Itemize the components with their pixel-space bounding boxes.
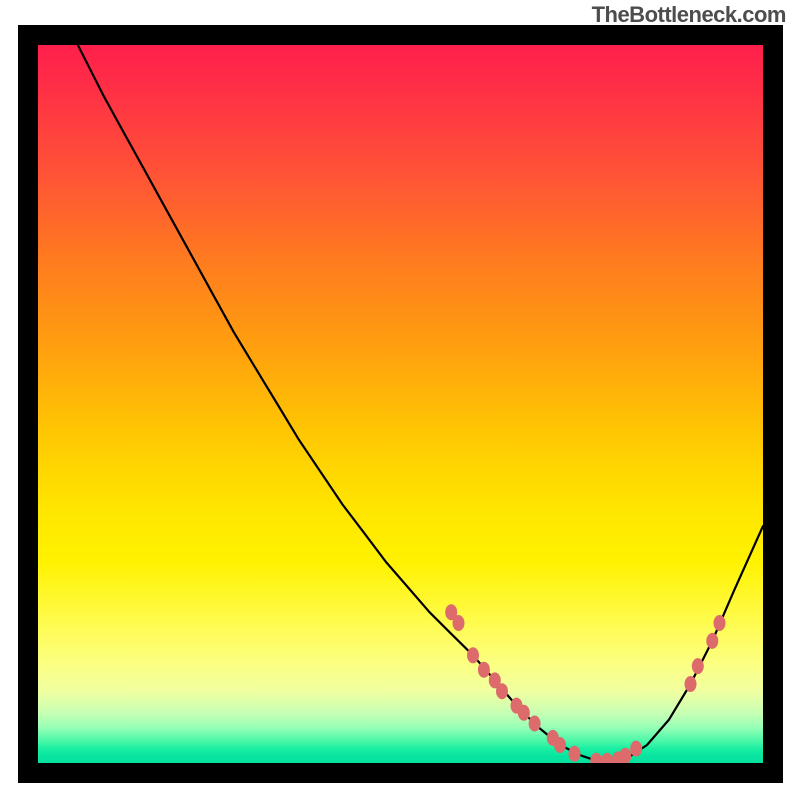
chart-canvas	[38, 45, 763, 763]
data-marker	[529, 716, 541, 732]
data-marker	[554, 737, 566, 753]
data-marker	[619, 748, 631, 764]
data-marker	[496, 683, 508, 699]
watermark-label: TheBottleneck.com	[592, 2, 786, 28]
data-marker	[714, 615, 726, 631]
data-marker	[453, 615, 465, 631]
data-marker	[685, 676, 697, 692]
data-marker	[601, 753, 613, 769]
marker-group	[445, 604, 725, 769]
data-marker	[692, 658, 704, 674]
chart-svg	[38, 45, 763, 763]
data-marker	[630, 741, 642, 757]
chart-stage: TheBottleneck.com	[0, 0, 800, 800]
data-marker	[518, 705, 530, 721]
chart-frame	[18, 25, 783, 783]
data-marker	[590, 753, 602, 769]
data-marker	[478, 662, 490, 678]
bottleneck-curve	[38, 25, 763, 763]
data-marker	[569, 746, 581, 762]
data-marker	[467, 647, 479, 663]
data-marker	[706, 633, 718, 649]
